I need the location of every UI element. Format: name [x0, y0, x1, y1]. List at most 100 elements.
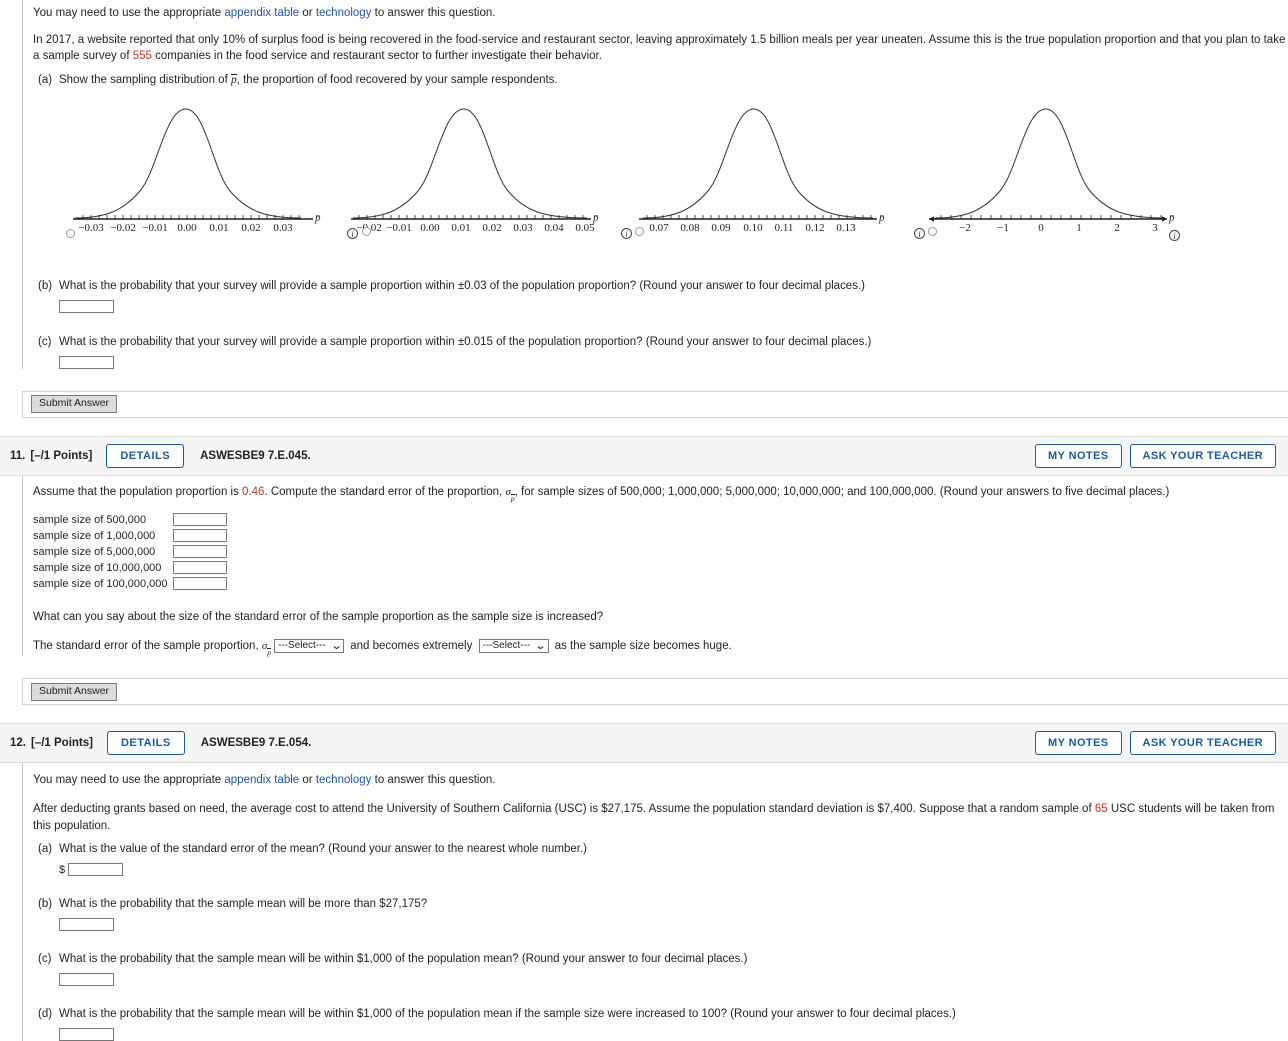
q11-sentence-2: and becomes extremely	[347, 640, 476, 653]
appendix-table-link[interactable]: appendix table	[224, 774, 299, 786]
q10-part-a-text2: , the proportion of food recovered by yo…	[236, 74, 558, 87]
q12-part-b-input[interactable]	[59, 918, 114, 932]
assignment-page: You may need to use the appropriate appe…	[0, 0, 1288, 1041]
info-icon-4[interactable]: i	[1169, 229, 1180, 241]
q11-sentence-1: The standard error of the sample proport…	[33, 640, 262, 653]
q11-row-1-input[interactable]	[173, 529, 227, 543]
technology-link[interactable]: technology	[316, 7, 372, 19]
q11-fill-in-sentence: The standard error of the sample proport…	[33, 638, 1288, 656]
q10-submit-answer-button[interactable]: Submit Answer	[31, 395, 118, 413]
q11-sentence-3: as the sample size becomes huge.	[551, 640, 732, 653]
q12-my-notes-button[interactable]: MY NOTES	[1035, 731, 1122, 756]
distribution-option-1[interactable]: −0.03 −0.02 −0.01 0.00 0.01 0.02 0.03 p̄	[45, 91, 337, 247]
q12-part-d: (d) What is the probability that the sam…	[33, 1008, 1288, 1041]
q11-ask-your-teacher-button[interactable]: ASK YOUR TEACHER	[1129, 443, 1276, 468]
q11-row-4-input[interactable]	[173, 577, 227, 591]
question-11-header: 11. [–/1 Points] DETAILS ASWESBE9 7.E.04…	[0, 435, 1288, 476]
q11-population-proportion-value: 0.46	[242, 485, 265, 498]
q12-part-b: (b) What is the probability that the sam…	[33, 898, 1288, 932]
normal-curve-chart-2: −0.02 −0.01 0.00 0.01 0.02 0.03 0.04 0.0…	[351, 108, 599, 231]
q12-part-d-text: What is the probability that the sample …	[59, 1008, 956, 1021]
q11-row-0-input[interactable]	[173, 513, 227, 527]
q11-select-2[interactable]: ---Select--- ⌄	[478, 639, 549, 654]
sampling-distribution-options: −0.03 −0.02 −0.01 0.00 0.01 0.02 0.03 p̄	[33, 91, 1288, 247]
q10-part-a: (a) Show the sampling distribution of p,…	[33, 74, 1288, 87]
q12-details-button[interactable]: DETAILS	[106, 731, 185, 756]
q11-points: [–/1 Points]	[30, 449, 93, 462]
q11-submit-answer-button[interactable]: Submit Answer	[31, 683, 118, 701]
q11-select-1-value: ---Select---	[278, 639, 326, 651]
q12-stem-1: After deducting grants based on need, th…	[33, 802, 1095, 815]
q11-select-2-value: ---Select---	[482, 639, 531, 651]
q11-my-notes-button[interactable]: MY NOTES	[1035, 443, 1122, 468]
info-icon-3[interactable]: i	[914, 227, 925, 239]
q11-row-0-label: sample size of 500,000	[33, 513, 147, 526]
q11-row-3-label: sample size of 10,000,000	[33, 561, 162, 574]
table-row: sample size of 10,000,000	[33, 560, 1288, 576]
table-row: sample size of 1,000,000	[33, 528, 1288, 544]
chevron-down-icon: ⌄	[534, 639, 548, 652]
q10-intro-text: You may need to use the appropriate	[33, 7, 225, 19]
q12-code: ASWESBE9 7.E.054.	[200, 737, 312, 750]
sigma-p-bar-symbol-1: σp	[505, 485, 515, 503]
q11-followup-question: What can you say about the size of the s…	[33, 610, 604, 623]
info-icon-1[interactable]: i	[347, 227, 358, 239]
distribution-option-3[interactable]: 0.07 0.08 0.09 0.10 0.11 0.12 0.13 p̄ i	[621, 91, 921, 247]
question-10-body: You may need to use the appropriate appe…	[22, 0, 1288, 369]
q11-row-3-input[interactable]	[173, 561, 227, 575]
q10-part-c-label: (c)	[38, 335, 52, 348]
q11-row-4-label: sample size of 100,000,000	[33, 577, 168, 590]
table-row: sample size of 500,000	[33, 512, 1288, 528]
q12-ask-your-teacher-button[interactable]: ASK YOUR TEACHER	[1129, 731, 1276, 756]
question-12-body: You may need to use the appropriate appe…	[22, 763, 1288, 1041]
q10-part-b-input[interactable]	[59, 299, 114, 313]
chart2-axis-label: p̄	[592, 212, 599, 224]
info-icon-2[interactable]: i	[621, 227, 632, 239]
q12-sample-size-value: 65	[1094, 802, 1108, 815]
q11-details-button[interactable]: DETAILS	[106, 443, 185, 468]
q12-intro-end: to answer this question.	[371, 774, 496, 787]
q12-points: [–/1 Points]	[31, 737, 93, 750]
q12-part-c-input[interactable]	[59, 973, 114, 987]
distribution-option-4-radio[interactable]	[928, 226, 937, 236]
q10-part-a-text1: Show the sampling distribution of	[59, 74, 231, 87]
q11-row-1-label: sample size of 1,000,000	[33, 529, 156, 542]
q11-stem-2: . Compute the standard error of the prop…	[264, 485, 506, 498]
q12-part-d-input[interactable]	[59, 1028, 114, 1041]
distribution-option-2[interactable]: −0.02 −0.01 0.00 0.01 0.02 0.03 0.04 0.0…	[337, 91, 629, 247]
question-12-header: 12. [–/1 Points] DETAILS ASWESBE9 7.E.05…	[0, 723, 1288, 764]
q11-number: 11.	[10, 449, 26, 462]
q10-problem-statement: In 2017, a website reported that only 10…	[33, 32, 1288, 65]
q12-part-a: (a) What is the value of the standard er…	[33, 843, 1288, 877]
q10-part-b-text: What is the probability that your survey…	[59, 279, 865, 292]
q12-part-b-label: (b)	[38, 898, 53, 911]
q10-part-b-label: (b)	[38, 279, 53, 292]
q11-row-2-input[interactable]	[173, 545, 227, 559]
distribution-option-2-radio[interactable]	[362, 226, 371, 236]
q10-intro-mid: or	[299, 7, 316, 19]
q10-technology-note: You may need to use the appropriate appe…	[33, 5, 1288, 22]
q10-part-c: (c) What is the probability that your su…	[33, 336, 1288, 369]
q10-intro-end: to answer this question.	[371, 7, 496, 19]
q12-part-a-input[interactable]	[68, 863, 124, 877]
q12-part-c: (c) What is the probability that the sam…	[33, 953, 1288, 987]
q12-problem-statement: After deducting grants based on need, th…	[33, 801, 1288, 834]
distribution-option-4[interactable]: −2 −1 0 1 2 3 p̄ i i	[914, 91, 1213, 247]
distribution-option-3-radio[interactable]	[635, 226, 644, 236]
q10-part-c-input[interactable]	[59, 355, 114, 369]
table-row: sample size of 100,000,000	[33, 576, 1288, 592]
appendix-table-link[interactable]: appendix table	[224, 7, 299, 19]
q10-part-a-label: (a)	[38, 74, 53, 87]
technology-link[interactable]: technology	[316, 774, 372, 786]
q10-submit-bar: Submit Answer	[22, 390, 1288, 418]
table-row: sample size of 5,000,000	[33, 544, 1288, 560]
distribution-option-1-radio[interactable]	[66, 228, 75, 238]
q10-part-c-text: What is the probability that your survey…	[59, 335, 872, 348]
q12-part-a-text: What is the value of the standard error …	[59, 843, 588, 856]
normal-curve-chart-1: −0.03 −0.02 −0.01 0.00 0.01 0.02 0.03 p̄	[73, 108, 321, 231]
q12-part-a-label: (a)	[38, 843, 53, 856]
q10-sample-size-value: 555	[132, 50, 152, 63]
q12-technology-note: You may need to use the appropriate appe…	[33, 772, 1288, 789]
q11-select-1[interactable]: ---Select--- ⌄	[274, 639, 345, 654]
q10-stem-part2: companies in the food service and restau…	[151, 50, 602, 63]
